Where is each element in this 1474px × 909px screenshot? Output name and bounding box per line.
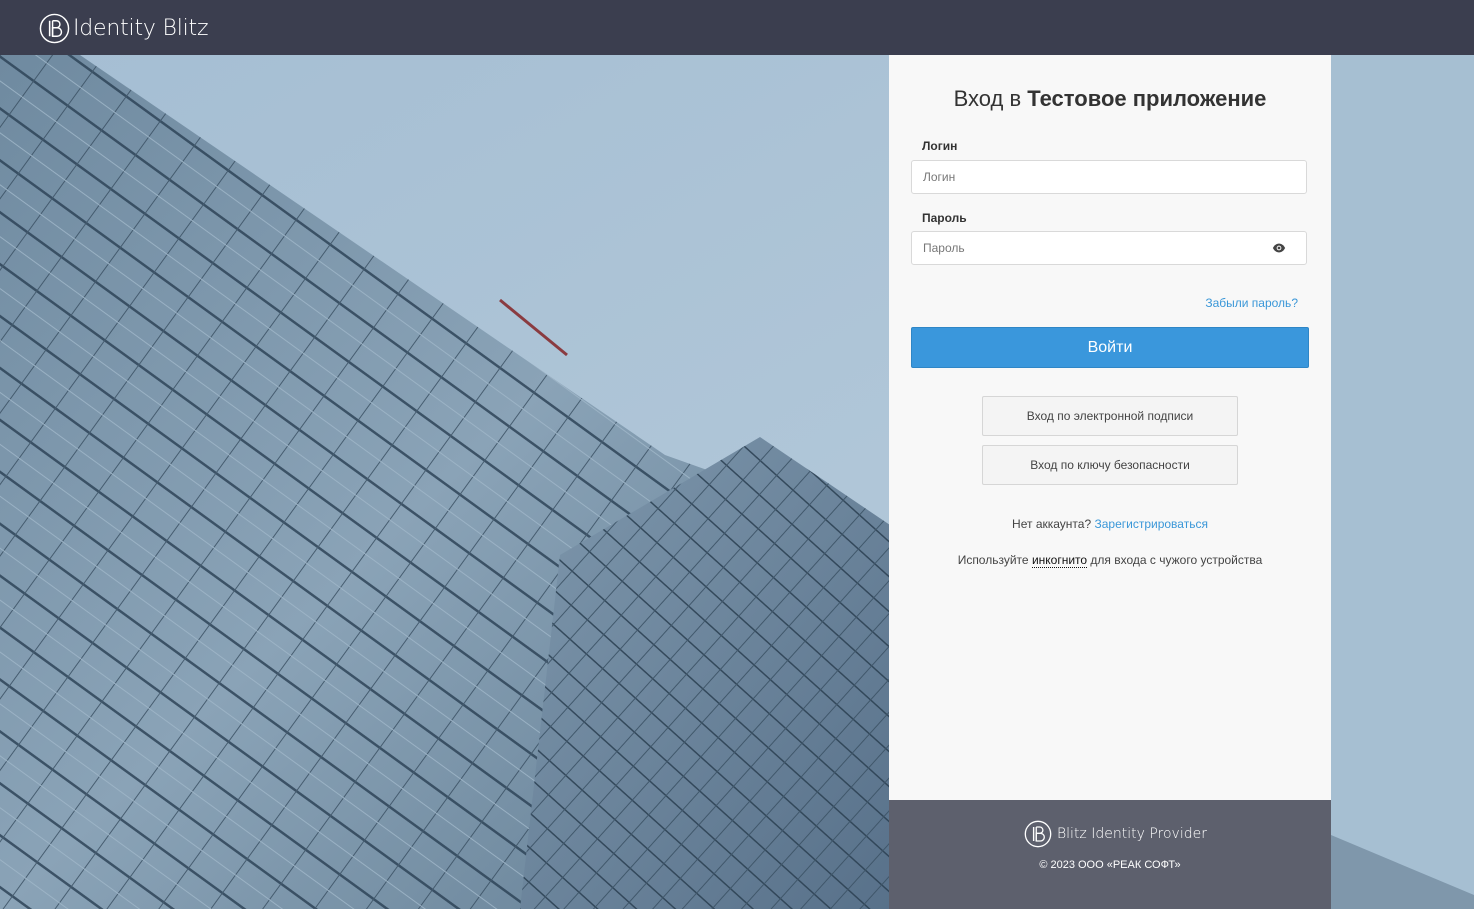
- login-label: Логин: [922, 139, 958, 153]
- footer-brand-name: Blitz Identity Provider: [1057, 826, 1207, 842]
- eye-icon[interactable]: [1272, 241, 1286, 255]
- forgot-password-link[interactable]: Забыли пароль?: [1205, 296, 1298, 310]
- security-key-login-button[interactable]: Вход по ключу безопасности: [982, 445, 1238, 485]
- incognito-hint: Используйте инкогнито для входа с чужого…: [889, 553, 1331, 568]
- password-input[interactable]: [911, 231, 1307, 265]
- password-label: Пароль: [922, 211, 967, 225]
- title-prefix: Вход в: [953, 86, 1022, 111]
- login-panel: Вход в Тестовое приложение Логин Пароль …: [889, 55, 1331, 909]
- incognito-prefix: Используйте: [957, 553, 1029, 567]
- blitz-logo-icon: [1024, 820, 1052, 848]
- top-bar: Identity Blitz: [0, 0, 1474, 55]
- panel-footer: Blitz Identity Provider © 2023 ООО «РЕАК…: [889, 800, 1331, 909]
- no-account-row: Нет аккаунта? Зарегистрироваться: [889, 517, 1331, 531]
- page-title: Вход в Тестовое приложение: [889, 86, 1331, 112]
- blitz-logo-icon: [39, 13, 70, 43]
- brand-logo[interactable]: Identity Blitz: [39, 12, 209, 44]
- login-input[interactable]: [911, 160, 1307, 194]
- incognito-suffix: для входа с чужого устройства: [1090, 553, 1263, 567]
- brand-name: Identity Blitz: [73, 15, 209, 41]
- esign-login-button[interactable]: Вход по электронной подписи: [982, 396, 1238, 436]
- incognito-term[interactable]: инкогнито: [1031, 553, 1088, 568]
- copyright: © 2023 ООО «РЕАК СОФТ»: [1039, 859, 1181, 871]
- login-button[interactable]: Войти: [911, 327, 1309, 368]
- title-app-name: Тестовое приложение: [1027, 86, 1267, 111]
- no-account-text: Нет аккаунта?: [1012, 517, 1092, 531]
- register-link[interactable]: Зарегистрироваться: [1094, 517, 1207, 531]
- footer-brand: Blitz Identity Provider: [1024, 820, 1207, 848]
